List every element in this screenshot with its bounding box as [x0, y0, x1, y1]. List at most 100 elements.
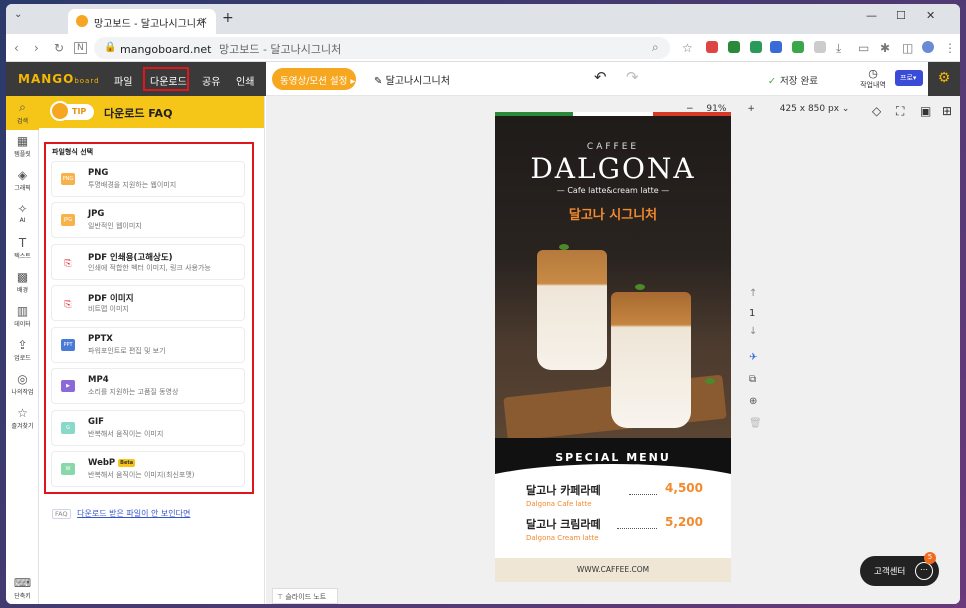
- canvas-size[interactable]: 425 x 850 px: [780, 104, 839, 114]
- sidebar-item-template[interactable]: ▦ 템플릿: [6, 134, 39, 158]
- pages-grid-icon[interactable]: ⊞: [942, 104, 952, 118]
- design-poster[interactable]: CAFFEE DALGONA — Cafe latte&cream latte …: [495, 112, 731, 582]
- reload-icon[interactable]: ↻: [54, 41, 64, 55]
- format-option-jpg[interactable]: JPG JPG 일반적인 웹이미지: [51, 202, 245, 238]
- extension-icon[interactable]: [728, 41, 740, 53]
- sidebar-item-data[interactable]: ▥ 데이터: [6, 304, 39, 328]
- sidebar-item-search[interactable]: ⌕ 검색: [6, 96, 39, 130]
- animation-settings-button[interactable]: 동영상/모션 설정 ▸: [272, 68, 356, 90]
- pdf-image-icon: ⎘: [61, 297, 75, 310]
- maximize-button[interactable]: ☐: [896, 9, 906, 22]
- undo-icon[interactable]: ↶: [594, 68, 607, 86]
- zoom-lens-icon[interactable]: ⌕: [652, 40, 659, 55]
- page-up-icon[interactable]: ↑: [749, 288, 757, 299]
- zoom-in-button[interactable]: +: [747, 104, 755, 114]
- format-option-webp[interactable]: W WebP Beta 반복해서 움직이는 이미지(최신포맷): [51, 451, 245, 487]
- mangoboard-logo[interactable]: MANGOboard: [18, 72, 100, 86]
- forward-icon[interactable]: ›: [34, 41, 39, 55]
- tab-close-icon[interactable]: ×: [199, 14, 208, 27]
- menu-file[interactable]: 파일: [114, 73, 132, 88]
- pencil-icon: ✎: [374, 76, 386, 87]
- fit-screen-icon[interactable]: ⛶: [896, 104, 904, 119]
- redo-icon[interactable]: ↷: [626, 68, 639, 86]
- sidebar-item-shortcuts[interactable]: ⌨ 단축키: [6, 576, 39, 600]
- address-bar-row: ‹ › ↻ N 🔒 mangoboard.net 망고보드 - 달고나시그니처 …: [6, 34, 960, 62]
- grid-view-icon[interactable]: ▣: [920, 104, 931, 118]
- side-panel-icon[interactable]: ◫: [902, 41, 913, 55]
- slide-note-button[interactable]: ⊤ 슬라이드 노트: [272, 588, 338, 604]
- format-option-mp4[interactable]: ▶ MP4 소리를 지원하는 고품질 동영상: [51, 368, 245, 404]
- add-page-icon[interactable]: ⊕: [749, 396, 757, 407]
- lock-icon: 🔒: [104, 42, 117, 53]
- layers-icon[interactable]: ◇: [872, 104, 881, 118]
- tab-strip: ⌄ 망고보드 - 달고나시그니처 × + — ☐ ✕: [6, 4, 960, 34]
- rocket-icon[interactable]: ✈: [749, 352, 757, 363]
- faq-help-link[interactable]: FAQ 다운로드 받은 파일이 안 보인다면: [52, 508, 190, 519]
- dotted-leader: [617, 528, 657, 529]
- chevron-down-icon[interactable]: ⌄: [842, 104, 850, 114]
- menu-item-price: 5,200: [665, 515, 703, 529]
- mango-favicon-icon: [76, 15, 88, 27]
- faq-link-text[interactable]: 다운로드 받은 파일이 안 보인다면: [77, 509, 190, 518]
- menu-share[interactable]: 공유: [202, 73, 220, 88]
- browser-tab[interactable]: 망고보드 - 달고나시그니처 ×: [68, 9, 216, 34]
- sidebar-item-my-work[interactable]: ◎ 나의작업: [6, 372, 39, 396]
- trash-icon[interactable]: 🗑: [749, 418, 762, 429]
- menu-print[interactable]: 인쇄: [236, 73, 254, 88]
- new-tab-button[interactable]: +: [222, 10, 234, 26]
- profile-avatar[interactable]: [922, 41, 934, 53]
- reader-icon[interactable]: N: [74, 42, 87, 54]
- poster-brand: CAFFEE: [586, 142, 640, 152]
- left-glass: [537, 250, 607, 370]
- tab-search-icon[interactable]: ⌄: [14, 9, 22, 20]
- chart-icon: ▥: [16, 304, 29, 318]
- sidebar-item-graphic[interactable]: ◈ 그래픽: [6, 168, 39, 192]
- extension-icon[interactable]: [706, 41, 718, 53]
- app-header: MANGOboard 파일 다운로드 공유 인쇄 동영상/모션 설정 ▸ ✎ 달…: [6, 62, 960, 96]
- bookmark-icon[interactable]: ☆: [682, 41, 693, 55]
- sidebar-item-background[interactable]: ▩ 배경: [6, 270, 39, 294]
- format-option-pdf-print[interactable]: ⎘ PDF 인쇄용(고해상도) 인쇄에 적합한 벡터 이미지, 링크 사용가능: [51, 244, 245, 280]
- chat-icon: …: [915, 562, 933, 580]
- page-down-icon[interactable]: ↓: [749, 326, 757, 337]
- mint-leaf: [705, 378, 715, 384]
- history-button[interactable]: ◷ 작업내역: [859, 67, 887, 90]
- star-icon: ☆: [17, 406, 28, 420]
- document-title[interactable]: ✎ 달고나시그니처: [374, 72, 450, 87]
- download-highlight-box: [143, 67, 189, 91]
- sidebar-item-upload[interactable]: ⇪ 업로드: [6, 338, 39, 362]
- sidebar-item-ai[interactable]: ✧ AI: [6, 202, 39, 224]
- format-option-pdf-image[interactable]: ⎘ PDF 이미지 비트맵 이미지: [51, 285, 245, 321]
- extension-icon[interactable]: [750, 41, 762, 53]
- sidebar-item-text[interactable]: T 텍스트: [6, 236, 39, 260]
- extension-icon[interactable]: [792, 41, 804, 53]
- extension-icon[interactable]: [770, 41, 782, 53]
- close-window-button[interactable]: ✕: [926, 9, 935, 22]
- mint-leaf: [635, 284, 645, 290]
- format-option-pptx[interactable]: PPT PPTX 파워포인트로 편집 및 보기: [51, 327, 245, 363]
- minimize-button[interactable]: —: [866, 9, 877, 22]
- url-field[interactable]: 🔒 mangoboard.net 망고보드 - 달고나시그니처: [94, 37, 670, 59]
- back-icon[interactable]: ‹: [14, 41, 19, 55]
- format-label: 파일형식 선택: [52, 148, 94, 156]
- extensions-puzzle-icon[interactable]: ✱: [880, 41, 890, 55]
- format-option-gif[interactable]: G GIF 반복해서 움직이는 이미지: [51, 410, 245, 446]
- browser-menu-icon[interactable]: ⋮: [944, 41, 956, 55]
- brand-menu-bar: MANGOboard 파일 다운로드 공유 인쇄: [6, 62, 266, 96]
- extension-icon[interactable]: [814, 41, 826, 53]
- format-option-png[interactable]: PNG PNG 투명배경을 지원하는 웹이미지: [51, 161, 245, 197]
- upload-icon: ⇪: [17, 338, 28, 352]
- canvas-area: − 91% + 425 x 850 px ⌄ ◇ ⛶ ▣ ⊞ CAFFEE DA…: [266, 96, 960, 604]
- pro-button[interactable]: 프로▾: [895, 70, 923, 86]
- jpg-icon: JPG: [61, 214, 75, 226]
- notification-badge: 5: [924, 552, 936, 564]
- screen-cast-icon[interactable]: ▭: [858, 41, 869, 55]
- mint-leaf: [559, 244, 569, 250]
- check-icon: ✓: [768, 76, 776, 87]
- graphic-icon: ◈: [17, 168, 28, 182]
- duplicate-page-icon[interactable]: ⧉: [749, 374, 756, 385]
- download-icon[interactable]: ⤓: [836, 41, 841, 56]
- beta-badge: Beta: [118, 458, 136, 467]
- settings-gear-icon[interactable]: ⚙: [928, 62, 960, 96]
- sidebar-item-favorites[interactable]: ☆ 즐겨찾기: [6, 406, 39, 430]
